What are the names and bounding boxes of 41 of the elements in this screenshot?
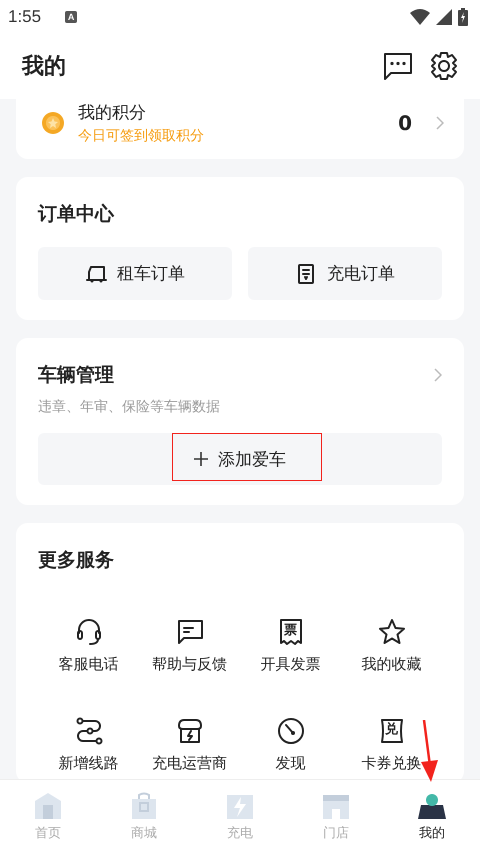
- icon-character: 兑: [384, 723, 398, 737]
- points-value: 0: [398, 111, 412, 135]
- section-title: 车辆管理: [38, 363, 114, 388]
- service-label[interactable]: 充电运营商: [152, 754, 227, 773]
- points-hint: 今日可签到领取积分: [78, 127, 204, 145]
- service-label[interactable]: 卡券兑换: [362, 754, 422, 773]
- section-title: 更多服务: [38, 548, 115, 573]
- star-icon[interactable]: [376, 617, 406, 647]
- order-button[interactable]: 充电订单: [248, 247, 442, 300]
- wifi-icon: [410, 8, 430, 24]
- person-icon: [416, 791, 448, 821]
- points-title: 我的积分: [78, 102, 147, 124]
- gauge-icon[interactable]: [276, 716, 306, 746]
- vehicle-card[interactable]: 车辆管理 违章、年审、保险等车辆数据 添加爱车: [16, 338, 464, 505]
- route-icon[interactable]: [74, 716, 104, 746]
- service-label[interactable]: 客服电话: [58, 655, 118, 674]
- vehicle-description: 违章、年审、保险等车辆数据: [38, 398, 221, 416]
- page-title: 我的: [22, 53, 66, 81]
- service-label[interactable]: 新增线路: [58, 754, 118, 773]
- order-button[interactable]: 租车订单: [38, 247, 232, 300]
- service-label[interactable]: 我的收藏: [362, 655, 422, 674]
- tab-item[interactable]: 我的: [384, 780, 480, 853]
- service-label[interactable]: 发现: [276, 754, 306, 773]
- house-icon: [32, 791, 64, 821]
- points-card[interactable]: 我的积分 今日可签到领取积分 0: [16, 99, 464, 159]
- coin-icon: [42, 112, 64, 134]
- add-car-button[interactable]: 添加爱车: [38, 433, 442, 485]
- service-label[interactable]: 帮助与反馈: [152, 655, 227, 674]
- section-title: 订单中心: [38, 202, 116, 227]
- plus-icon: [194, 452, 208, 466]
- chevron-icon: [434, 368, 442, 382]
- message-icon[interactable]: [382, 51, 414, 81]
- status-time: 1:55: [8, 6, 42, 26]
- battery-icon: [458, 8, 468, 26]
- icon-character: 票: [284, 624, 298, 638]
- receipt-icon: [295, 262, 317, 284]
- settings-icon[interactable]: [428, 50, 460, 82]
- signal-icon: [436, 8, 452, 24]
- chevron-icon: [436, 116, 444, 130]
- service-label[interactable]: 开具发票: [260, 655, 320, 674]
- notification-icon: A: [65, 10, 78, 22]
